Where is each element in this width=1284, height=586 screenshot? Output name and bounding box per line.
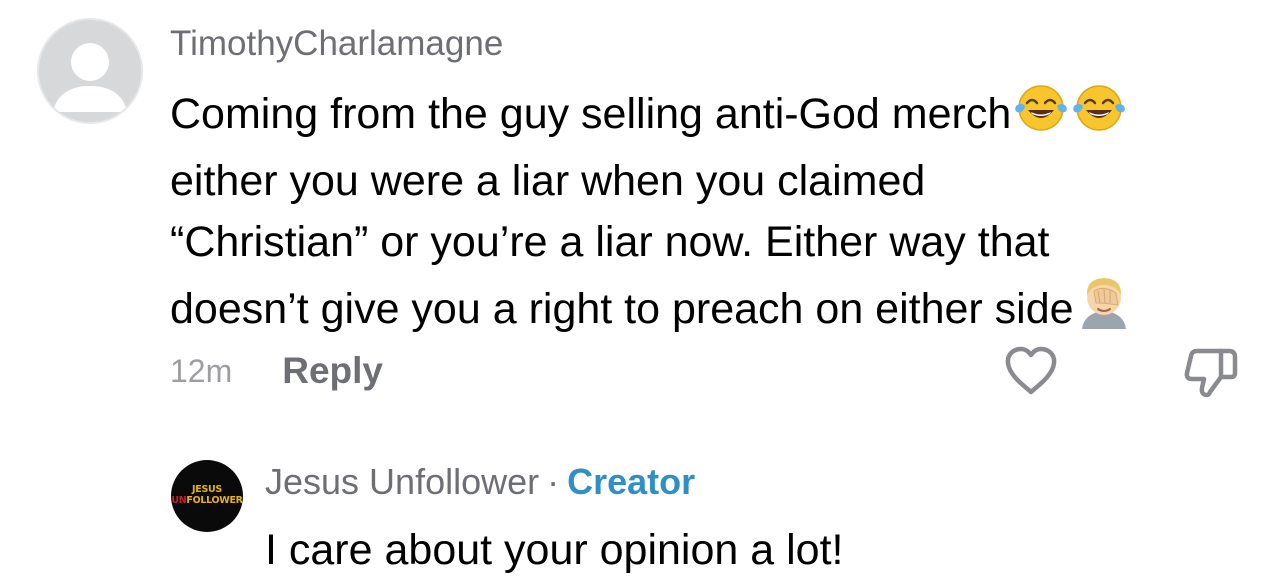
dislike-button[interactable] [1183,345,1239,399]
default-user-icon [39,20,141,122]
reply-item: JESUS UNFOLLOWER Jesus Unfollower · Creato… [0,440,1284,586]
tears-of-joy-emoji-icon [1013,82,1069,151]
reply-text: I care about your opinion a lot! [265,526,844,574]
comment-timestamp: 12m [170,352,233,389]
avatar[interactable] [37,18,143,124]
heart-outline-icon [1005,346,1057,395]
avatar-logo-line: JESUS [192,484,222,495]
comment-username[interactable]: TimothyCharlamagne [170,24,503,64]
facepalm-emoji-icon [1076,273,1132,346]
comment-text-line: “Christian” or you’re a liar now. Either… [170,218,1050,266]
reply-header: Jesus Unfollower · Creator [265,460,695,504]
comment-meta-row: 12m Reply [170,348,383,394]
like-button[interactable] [1003,345,1059,397]
comment-text-line: either you were a liar when you claimed [170,157,926,205]
avatar-logo-line: UNFOLLOWER [171,495,243,506]
reply-username[interactable]: Jesus Unfollower [265,461,539,502]
comment-text: Coming from the guy selling anti-God mer… [170,82,1260,346]
tears-of-joy-emoji-icon [1071,82,1127,151]
comment-text-line: doesn’t give you a right to preach on ei… [170,273,1260,346]
reply-button[interactable]: Reply [282,350,383,392]
separator-dot: · [547,461,560,502]
creator-avatar[interactable]: JESUS UNFOLLOWER [171,460,243,532]
comment-text-line: Coming from the guy selling anti-God mer… [170,82,1260,151]
thumbs-down-outline-icon [1184,348,1238,398]
creator-badge: Creator [567,461,696,502]
comment-item: TimothyCharlamagne Coming from the guy s… [0,0,1284,420]
